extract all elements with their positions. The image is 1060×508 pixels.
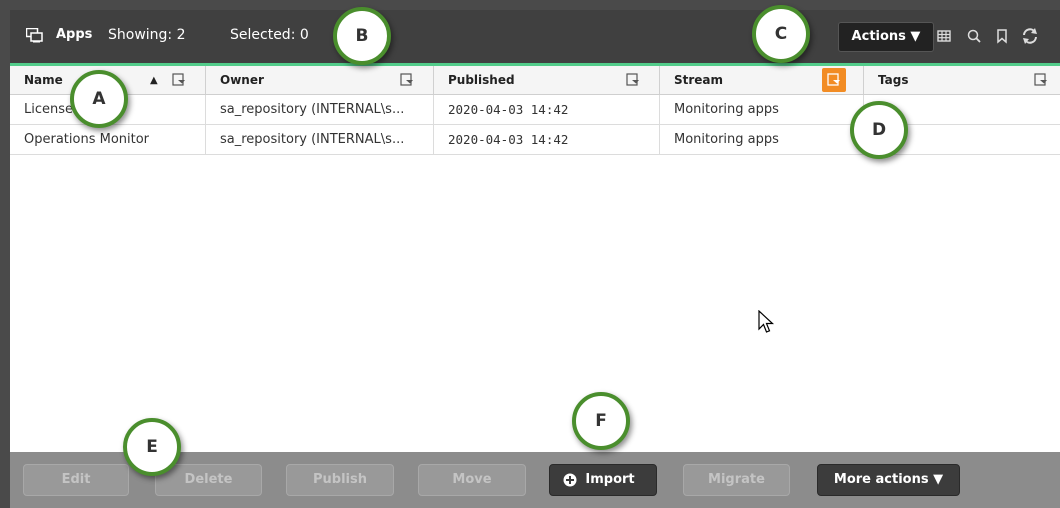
apps-icon	[26, 28, 43, 43]
column-header-published[interactable]: Published	[434, 66, 660, 94]
search-icon[interactable]	[966, 28, 982, 44]
callout-a: A	[70, 70, 128, 128]
column-label: Name	[24, 73, 63, 87]
toolbar: Apps Showing: 2 Selected: 0 Actions ▼	[10, 10, 1060, 66]
table-header: Name ▲ Owner Published Stream Tags	[10, 66, 1060, 95]
table-view-icon[interactable]	[936, 28, 952, 44]
refresh-icon[interactable]	[1020, 26, 1040, 46]
cell-published: 2020-04-03 14:42	[434, 125, 660, 154]
filter-icon[interactable]	[172, 73, 186, 87]
column-label: Published	[448, 73, 515, 87]
callout-e: E	[123, 418, 181, 476]
edit-button[interactable]: Edit	[23, 464, 129, 496]
column-header-tags[interactable]: Tags	[864, 66, 1060, 94]
actions-button[interactable]: Actions ▼	[838, 22, 934, 52]
column-label: Owner	[220, 73, 264, 87]
publish-button[interactable]: Publish	[286, 464, 394, 496]
cell-owner: sa_repository (INTERNAL\s...	[206, 95, 434, 124]
cell-stream: Monitoring apps	[660, 125, 864, 154]
selected-count: Selected: 0	[230, 27, 309, 43]
showing-count: Showing: 2	[108, 27, 186, 43]
column-label: Tags	[878, 73, 909, 87]
import-button[interactable]: Import	[549, 464, 657, 496]
cell-name: Operations Monitor	[10, 125, 206, 154]
import-label: Import	[585, 472, 635, 487]
migrate-button[interactable]: Migrate	[683, 464, 790, 496]
apps-title: Apps	[56, 27, 93, 42]
filter-icon[interactable]	[400, 73, 414, 87]
mouse-pointer-icon	[758, 310, 775, 333]
bookmark-icon[interactable]	[994, 28, 1010, 44]
sort-ascending-icon[interactable]: ▲	[150, 75, 158, 86]
cell-owner: sa_repository (INTERNAL\s...	[206, 125, 434, 154]
filter-icon[interactable]	[626, 73, 640, 87]
column-header-stream[interactable]: Stream	[660, 66, 864, 94]
cell-stream: Monitoring apps	[660, 95, 864, 124]
cell-published: 2020-04-03 14:42	[434, 95, 660, 124]
column-label: Stream	[674, 73, 724, 87]
move-button[interactable]: Move	[418, 464, 526, 496]
callout-b: B	[333, 7, 391, 65]
column-header-owner[interactable]: Owner	[206, 66, 434, 94]
callout-f: F	[572, 392, 630, 450]
filter-active-icon[interactable]	[822, 68, 846, 92]
more-actions-button[interactable]: More actions ▼	[817, 464, 960, 496]
filter-icon[interactable]	[1034, 73, 1048, 87]
plus-circle-icon	[563, 473, 577, 487]
callout-c: C	[752, 5, 810, 63]
callout-d: D	[850, 101, 908, 159]
